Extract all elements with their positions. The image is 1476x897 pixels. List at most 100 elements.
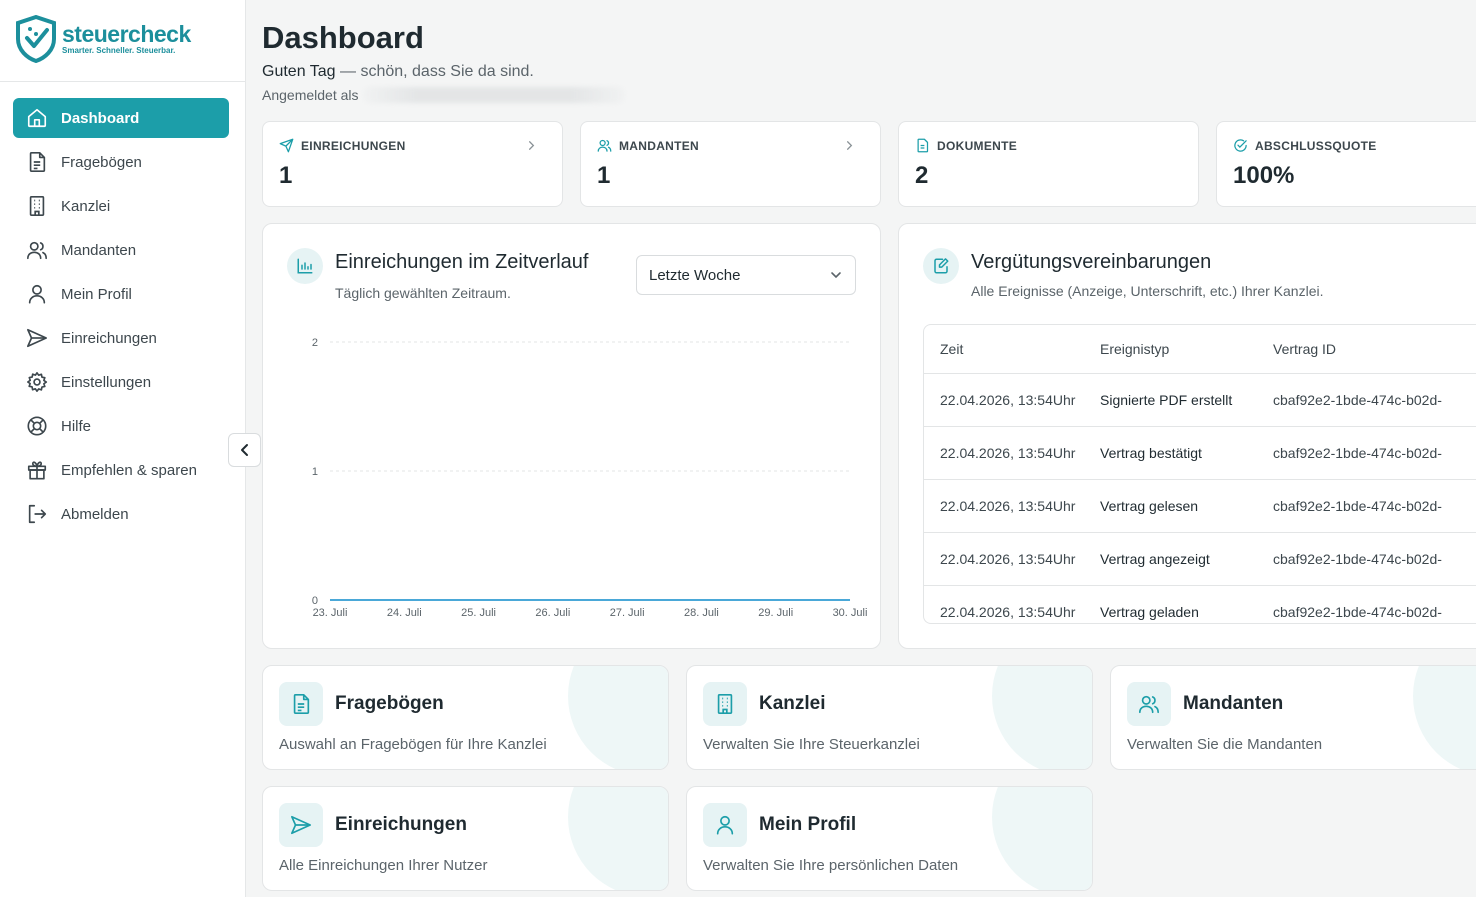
chevron-left-icon (240, 444, 248, 456)
sidebar-item-dashboard[interactable]: Dashboard (13, 98, 229, 138)
page-title: Dashboard (262, 20, 424, 55)
document-icon (917, 138, 929, 153)
send-icon (24, 325, 50, 351)
greeting: Guten Tag — schön, dass Sie da sind. (262, 63, 534, 81)
building-icon (703, 682, 747, 726)
sidebar-item-label: Einstellungen (61, 373, 152, 391)
y-tick-label: 1 (312, 466, 318, 478)
user-icon (703, 803, 747, 847)
chart-panel: Einreichungen im Zeitverlauf Täglich gew… (262, 223, 881, 649)
card-subtitle: Verwalten Sie Ihre Steuerkanzlei (703, 736, 920, 753)
sidebar-item-abmelden[interactable]: Abmelden (13, 494, 229, 534)
logout-icon (24, 501, 50, 527)
table-row[interactable]: 22.04.2026, 13:54Uhr Signierte PDF erste… (924, 374, 1476, 427)
cell-contract-id: cbaf92e2-1bde-474c-b02d- (1273, 445, 1442, 461)
x-tick-label: 24. Juli (387, 607, 422, 619)
cell-event-type: Vertrag geladen (1100, 604, 1199, 620)
stat-value: 100% (1233, 162, 1295, 189)
sidebar-item-label: Empfehlen & sparen (61, 461, 197, 479)
brand-name: steuercheck (62, 21, 191, 47)
sidebar-item-label: Fragebögen (61, 153, 142, 171)
chevron-right-icon (847, 141, 853, 150)
sidebar-item-label: Mandanten (61, 241, 137, 259)
table-row[interactable]: 22.04.2026, 13:54Uhr Vertrag angezeigt c… (924, 533, 1476, 586)
stat-card-mandanten[interactable]: MANDANTEN 1 (580, 121, 881, 207)
sidebar-item-label: Einreichungen (61, 329, 157, 347)
brand-logo[interactable]: steuercheck Smarter. Schneller. Steuerba… (14, 14, 191, 64)
events-table: Zeit Ereignistyp Vertrag ID 22.04.2026, … (923, 324, 1476, 624)
x-tick-label: 27. Juli (610, 607, 645, 619)
users-icon (1127, 682, 1171, 726)
gift-icon (24, 457, 50, 483)
chevron-right-icon (529, 141, 535, 150)
sidebar-item-einreichungen[interactable]: Einreichungen (13, 318, 229, 358)
fee-panel-subtitle: Alle Ereignisse (Anzeige, Unterschrift, … (971, 283, 1324, 299)
cell-time: 22.04.2026, 13:54Uhr (940, 604, 1076, 620)
cell-contract-id: cbaf92e2-1bde-474c-b02d- (1273, 392, 1442, 408)
fee-panel-title: Vergütungsvereinbarungen (971, 251, 1212, 273)
sidebar-item-mein-profil[interactable]: Mein Profil (13, 274, 229, 314)
sidebar: steuercheck Smarter. Schneller. Steuerba… (0, 0, 246, 897)
card-subtitle: Verwalten Sie die Mandanten (1127, 736, 1323, 753)
card-title: Kanzlei (759, 693, 826, 714)
card-title: Mein Profil (759, 814, 857, 835)
users-icon (24, 237, 50, 263)
y-tick-label: 2 (312, 337, 318, 349)
stat-value: 1 (279, 162, 293, 189)
sidebar-item-kanzlei[interactable]: Kanzlei (13, 186, 229, 226)
quick-card-mandanten[interactable]: Mandanten Verwalten Sie die Mandanten (1110, 665, 1476, 770)
quick-card-kanzlei[interactable]: Kanzlei Verwalten Sie Ihre Steuerkanzlei (686, 665, 1093, 770)
send-icon (279, 138, 294, 153)
cell-contract-id: cbaf92e2-1bde-474c-b02d- (1273, 498, 1442, 514)
card-title: Fragebögen (335, 693, 444, 714)
users-icon (597, 139, 612, 152)
card-title: Mandanten (1183, 693, 1284, 714)
fee-agreements-panel: Vergütungsvereinbarungen Alle Ereignisse… (898, 223, 1476, 649)
sidebar-item-empfehlen[interactable]: Empfehlen & sparen (13, 450, 229, 490)
sidebar-item-mandanten[interactable]: Mandanten (13, 230, 229, 270)
stat-card-abschlussquote: ABSCHLUSSQUOTE 100% (1216, 121, 1476, 207)
sidebar-divider (0, 81, 246, 82)
sidebar-nav: Dashboard Fragebögen Kanzlei Mandanten M… (13, 98, 229, 538)
cell-time: 22.04.2026, 13:54Uhr (940, 445, 1076, 461)
cell-time: 22.04.2026, 13:54Uhr (940, 392, 1076, 408)
x-tick-label: 23. Juli (313, 607, 348, 619)
column-header: Zeit (940, 341, 964, 357)
stat-card-dokumente: DOKUMENTE 2 (898, 121, 1199, 207)
table-row[interactable]: 22.04.2026, 13:54Uhr Vertrag geladen cba… (924, 586, 1476, 623)
quick-card-frageboegen[interactable]: Fragebögen Auswahl an Fragebögen für Ihr… (262, 665, 669, 770)
check-circle-icon (1234, 139, 1247, 152)
cell-contract-id: cbaf92e2-1bde-474c-b02d- (1273, 604, 1442, 620)
gear-icon (24, 369, 50, 395)
building-icon (24, 193, 50, 219)
cell-event-type: Vertrag gelesen (1100, 498, 1199, 514)
x-tick-label: 29. Juli (758, 607, 793, 619)
sidebar-collapse-button[interactable] (228, 433, 261, 467)
cell-time: 22.04.2026, 13:54Uhr (940, 498, 1076, 514)
brand-tagline: Smarter. Schneller. Steuerbar. (62, 46, 176, 55)
lifebuoy-icon (24, 413, 50, 439)
sidebar-item-frageboegen[interactable]: Fragebögen (13, 142, 229, 182)
sidebar-item-hilfe[interactable]: Hilfe (13, 406, 229, 446)
edit-document-icon (923, 248, 959, 284)
y-tick-label: 0 (312, 595, 318, 607)
table-header-row: Zeit Ereignistyp Vertrag ID (924, 325, 1476, 374)
stat-card-einreichungen[interactable]: EINREICHUNGEN 1 (262, 121, 563, 207)
column-header: Vertrag ID (1273, 341, 1337, 357)
column-header: Ereignistyp (1100, 341, 1170, 357)
sidebar-item-einstellungen[interactable]: Einstellungen (13, 362, 229, 402)
card-decoration (992, 666, 1092, 769)
card-decoration (992, 787, 1092, 890)
sidebar-item-label: Mein Profil (61, 285, 132, 303)
card-decoration (568, 787, 668, 890)
quick-card-einreichungen[interactable]: Einreichungen Alle Einreichungen Ihrer N… (262, 786, 669, 891)
stat-label: EINREICHUNGEN (301, 138, 406, 153)
table-row[interactable]: 22.04.2026, 13:54Uhr Vertrag bestätigt c… (924, 427, 1476, 480)
table-row[interactable]: 22.04.2026, 13:54Uhr Vertrag gelesen cba… (924, 480, 1476, 533)
redacted-email (362, 87, 625, 103)
user-icon (24, 281, 50, 307)
sidebar-item-label: Kanzlei (61, 197, 111, 215)
submissions-chart: 0 1 2 23. Juli 24. Juli 25. Juli 26. Juli 27. J… (312, 337, 868, 619)
cell-event-type: Vertrag angezeigt (1100, 551, 1210, 567)
quick-card-mein-profil[interactable]: Mein Profil Verwalten Sie Ihre persönlic… (686, 786, 1093, 891)
